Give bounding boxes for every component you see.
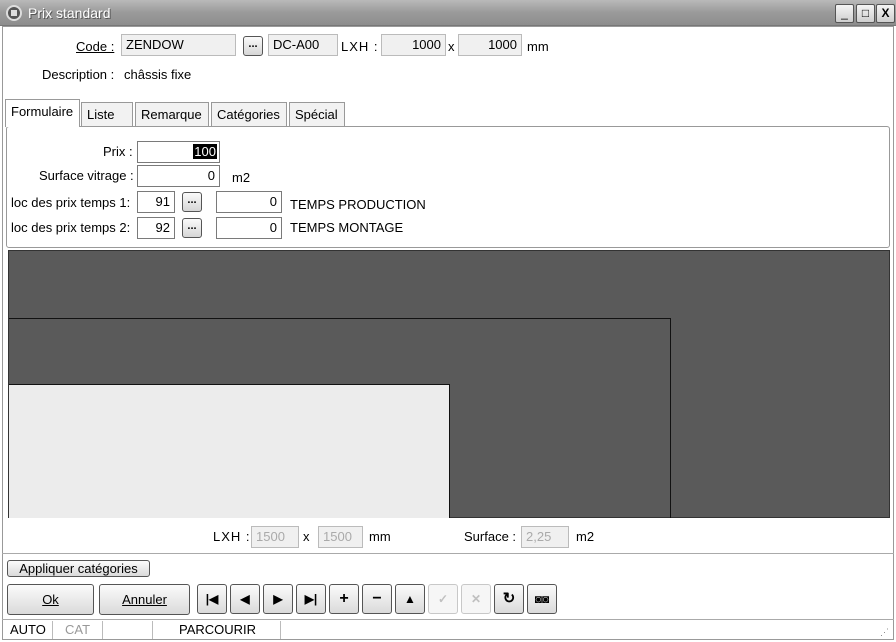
status-separator [52,621,53,639]
remove-icon: − [372,590,382,607]
footer-surface-field: 2,25 [521,526,569,548]
tab-special[interactable]: Spécial [289,102,345,126]
status-separator [280,621,281,639]
edit-record-button[interactable]: ▲ [395,584,425,614]
refresh-icon: ↻ [502,590,516,607]
status-separator [102,621,103,639]
drawing-canvas[interactable] [8,250,890,518]
last-record-button[interactable]: ▶| [296,584,326,614]
divider [2,553,894,554]
validate-button[interactable]: ✓ [428,584,458,614]
loc1-label: loc des prix temps 1: [11,195,131,210]
prix-selected-value: 100 [193,144,217,159]
footer-height-field: 1500 [318,526,363,548]
window-title: Prix standard [28,5,111,21]
loc2-description: TEMPS MONTAGE [290,220,404,235]
footer-surface-label: Surface : [464,529,517,544]
tab-liste[interactable]: Liste [81,102,133,126]
loc1-input[interactable]: 91 [137,191,175,213]
ok-button[interactable]: Ok [7,584,94,615]
footer-lxh-label: LXH : [213,529,251,544]
search-button[interactable]: ◙◙ [527,584,557,614]
unit-label: mm [527,39,549,54]
height-field[interactable]: 1000 [458,34,522,56]
first-icon: |◀ [205,592,219,606]
loc1-lookup-button[interactable]: ... [182,192,202,212]
loc1-time-input[interactable]: 0 [216,191,282,213]
tab-remarque[interactable]: Remarque [135,102,209,126]
next-icon: ▶ [273,592,283,606]
code-field[interactable]: ZENDOW [121,34,236,56]
binoculars-icon: ◙◙ [534,592,550,606]
abort-button[interactable]: ✕ [461,584,491,614]
prix-label: Prix : [103,144,133,159]
surface-input[interactable]: 0 [137,165,220,187]
status-mode: PARCOURIR [179,622,257,637]
maximize-button[interactable]: □ [856,4,875,23]
footer-width-field: 1500 [251,526,299,548]
surface-label: Surface vitrage : [39,168,134,183]
reference-field[interactable]: DC-A00 [268,34,338,56]
loc2-time-input[interactable]: 0 [216,217,282,239]
check-icon: ✓ [437,592,449,606]
status-separator [152,621,153,639]
loc2-label: loc des prix temps 2: [11,220,131,235]
footer-surface-unit: m2 [576,529,595,544]
surface-unit: m2 [232,170,251,185]
apply-categories-button[interactable]: Appliquer catégories [7,560,150,577]
close-button[interactable]: X [876,4,895,23]
previous-record-button[interactable]: ◀ [230,584,260,614]
code-lookup-button[interactable]: ... [243,36,263,56]
loc2-input[interactable]: 92 [137,217,175,239]
status-auto: AUTO [10,622,46,637]
lxh-label: LXH : [341,39,379,54]
delete-record-button[interactable]: − [362,584,392,614]
next-record-button[interactable]: ▶ [263,584,293,614]
tab-categories[interactable]: Catégories [211,102,287,126]
minimize-button[interactable]: _ [835,4,854,23]
loc2-lookup-button[interactable]: ... [182,218,202,238]
footer-unit: mm [369,529,391,544]
description-label: Description : [42,67,115,82]
app-icon [6,5,22,21]
cancel-x-icon: ✕ [470,592,482,606]
status-cat: CAT [65,622,91,637]
add-record-button[interactable]: + [329,584,359,614]
refresh-button[interactable]: ↻ [494,584,524,614]
cancel-button[interactable]: Annuler [99,584,190,615]
add-icon: + [339,590,349,607]
width-field[interactable]: 1000 [381,34,446,56]
footer-times-sign: x [303,529,310,544]
status-divider [2,619,894,620]
title-bar[interactable]: Prix standard _ □ X [0,0,896,26]
prev-icon: ◀ [240,592,250,606]
code-label: Code : [76,39,115,54]
tab-formulaire[interactable]: Formulaire [5,99,80,127]
last-icon: ▶| [304,592,318,606]
prix-input[interactable]: 100 [137,141,220,163]
times-sign: x [448,39,455,54]
glass-area [9,384,450,518]
first-record-button[interactable]: |◀ [197,584,227,614]
up-icon: ▲ [404,592,416,606]
resize-grip-icon[interactable]: ⋰ [880,626,892,638]
loc1-description: TEMPS PRODUCTION [290,197,426,212]
description-value: châssis fixe [124,67,192,82]
